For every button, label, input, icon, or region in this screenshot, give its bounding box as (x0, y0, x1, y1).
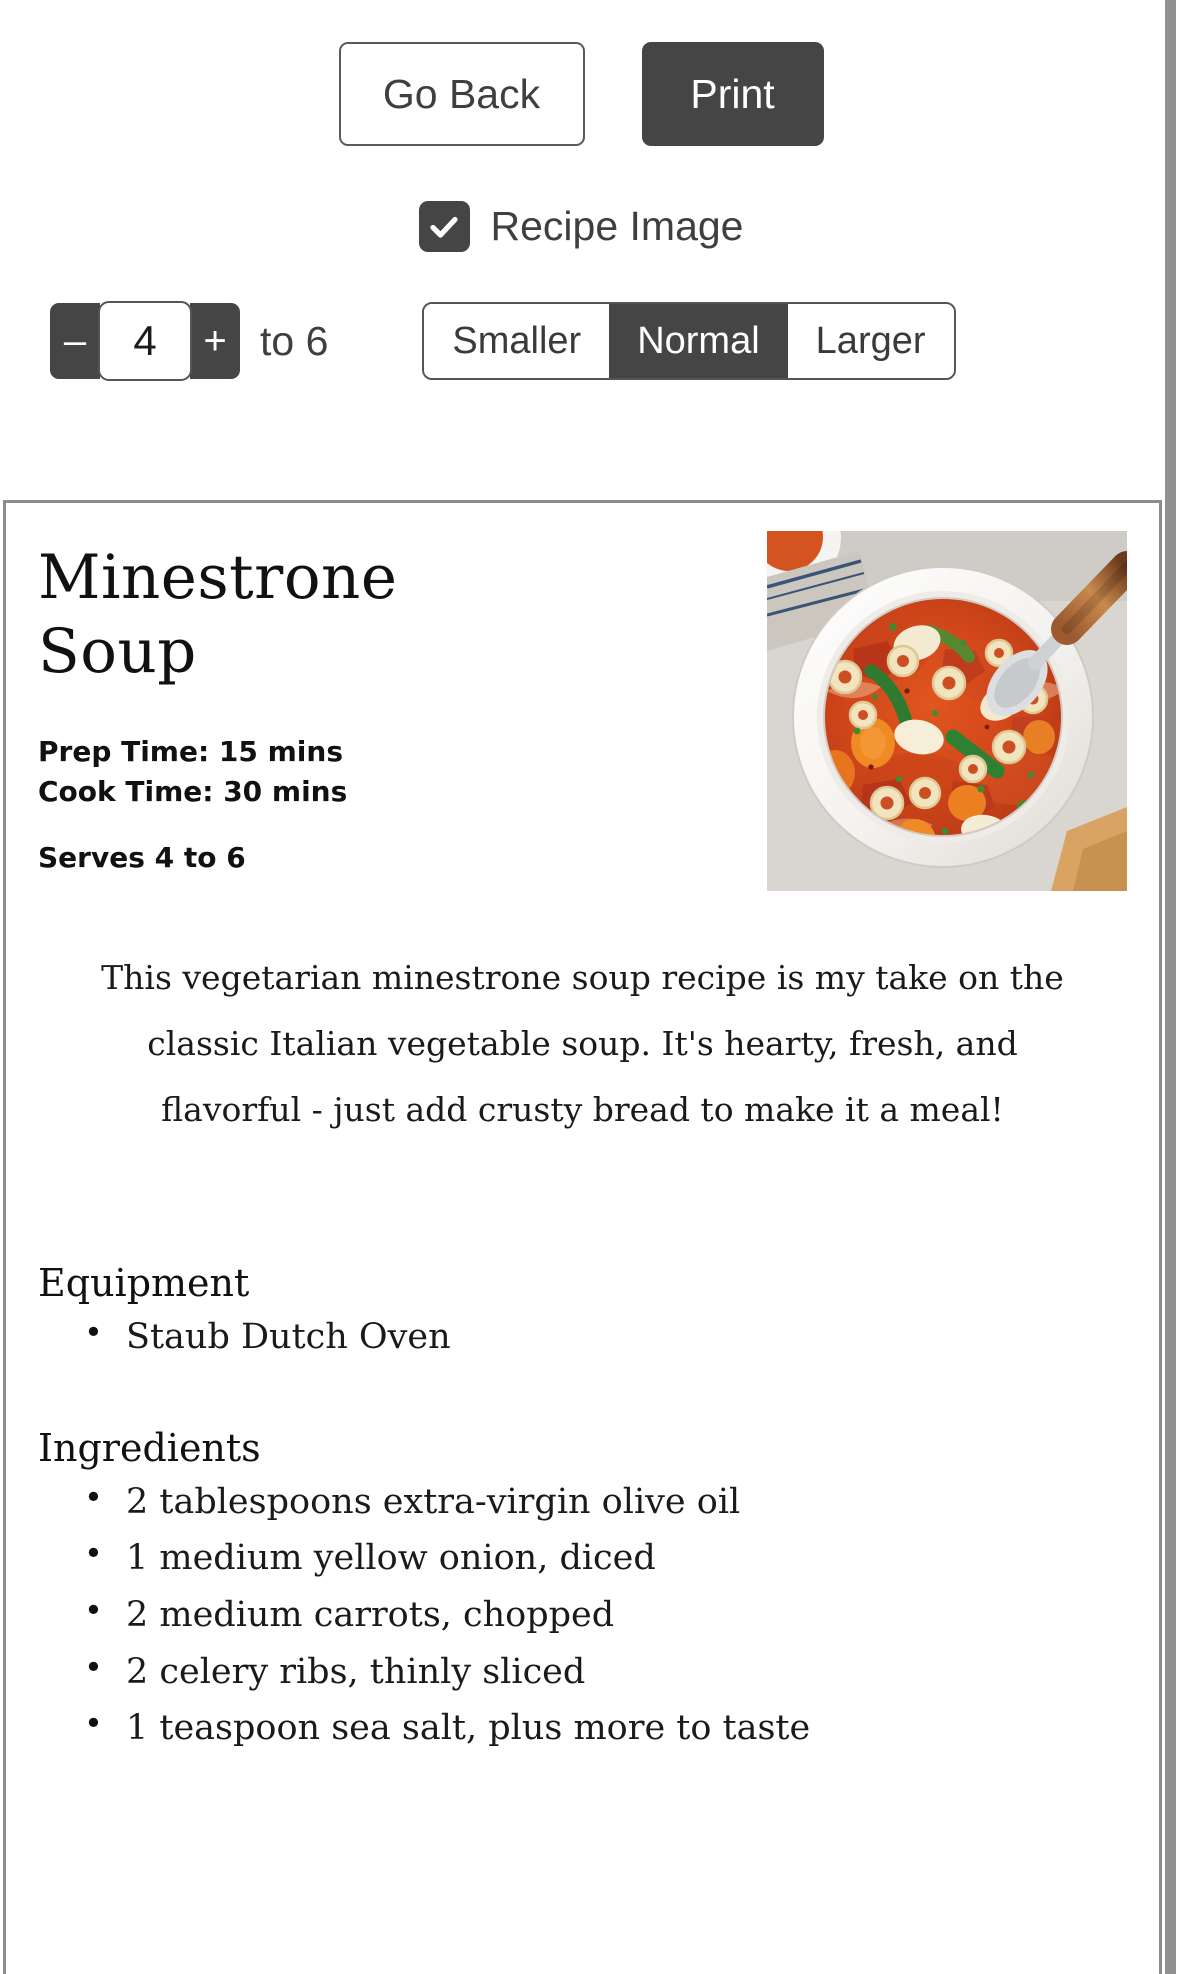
toolbar-button-row: Go Back Print (0, 42, 1162, 146)
recipe-image-label: Recipe Image (490, 203, 744, 249)
recipe-header-text: Minestrone Soup Prep Time: 15 mins Cook … (38, 531, 767, 874)
recipe-image (767, 531, 1127, 891)
servings-increment-button[interactable]: + (190, 303, 240, 379)
vertical-scrollbar-track[interactable] (1162, 0, 1179, 1974)
go-back-button[interactable]: Go Back (338, 42, 585, 146)
equipment-list: Staub Dutch Oven (38, 1307, 1127, 1366)
equipment-heading: Equipment (38, 1261, 250, 1305)
ingredients-heading: Ingredients (38, 1425, 261, 1470)
recipe-times: Prep Time: 15 mins Cook Time: 30 mins (38, 732, 767, 812)
text-size-segmented-control: Smaller Normal Larger (422, 302, 956, 380)
cook-time: Cook Time: 30 mins (38, 774, 348, 808)
print-preview-page: Go Back Print Recipe Image – 4 + to 6 Sm… (0, 0, 1179, 1974)
page-title: Minestrone Soup (38, 542, 398, 688)
text-size-larger-button[interactable]: Larger (787, 304, 954, 378)
prep-time: Prep Time: 15 mins (38, 734, 344, 768)
servings-stepper: – 4 + (50, 301, 240, 381)
list-item: 2 medium carrots, chopped (84, 1585, 1127, 1644)
recipe-image-checkbox[interactable] (418, 201, 470, 252)
ingredients-list: 2 tablespoons extra-virgin olive oil 1 m… (38, 1472, 1127, 1757)
print-button[interactable]: Print (641, 42, 824, 146)
list-item: 2 celery ribs, thinly sliced (84, 1642, 1127, 1701)
serves-text: Serves 4 to 6 (38, 841, 246, 875)
servings-decrement-button[interactable]: – (50, 303, 100, 379)
list-item: 1 medium yellow onion, diced (84, 1528, 1127, 1587)
recipe-image-toggle-row: Recipe Image (0, 201, 1162, 252)
recipe-header: Minestrone Soup Prep Time: 15 mins Cook … (38, 531, 1127, 891)
list-item: 1 teaspoon sea salt, plus more to taste (84, 1698, 1127, 1757)
list-item: Staub Dutch Oven (84, 1307, 1127, 1366)
servings-range-text: to 6 (260, 317, 329, 364)
check-icon (427, 210, 461, 244)
servings-and-size-row: – 4 + to 6 Smaller Normal Larger (0, 301, 1162, 381)
recipe-card-content: Minestrone Soup Prep Time: 15 mins Cook … (6, 503, 1159, 1757)
print-toolbar: Go Back Print Recipe Image – 4 + to 6 Sm… (0, 0, 1162, 381)
text-size-smaller-button[interactable]: Smaller (424, 304, 610, 378)
text-size-normal-button[interactable]: Normal (609, 304, 788, 378)
recipe-description: This vegetarian minestrone soup recipe i… (101, 958, 1064, 1129)
recipe-card: Minestrone Soup Prep Time: 15 mins Cook … (3, 500, 1162, 1974)
vertical-scrollbar-thumb[interactable] (1165, 0, 1176, 1974)
list-item: 2 tablespoons extra-virgin olive oil (84, 1472, 1127, 1531)
servings-input[interactable]: 4 (98, 301, 192, 381)
